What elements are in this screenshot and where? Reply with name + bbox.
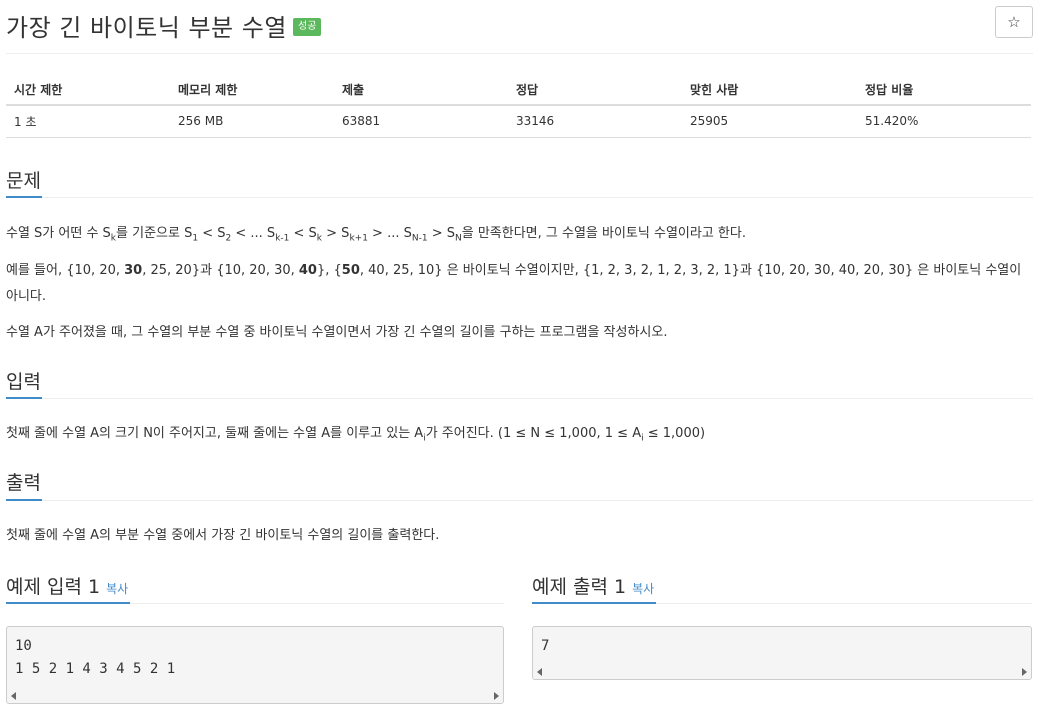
sample-output-box[interactable]: 7 <box>532 626 1032 680</box>
header-memory-limit: 메모리 제한 <box>170 74 334 106</box>
copy-output-link[interactable]: 복사 <box>632 582 654 596</box>
section-title-output: 출력 <box>6 472 41 494</box>
cell-accept-ratio: 51.420% <box>857 105 1031 138</box>
section-underline <box>6 196 42 198</box>
table-header-row: 시간 제한 메모리 제한 제출 정답 맞힌 사람 정답 비율 <box>6 74 1031 106</box>
copy-input-link[interactable]: 복사 <box>106 582 128 596</box>
scroll-left-icon[interactable] <box>537 668 542 676</box>
header-submissions: 제출 <box>334 74 508 106</box>
page-title: 가장 긴 바이토닉 부분 수열 <box>6 14 287 42</box>
sample-output-value: 7 <box>541 638 550 654</box>
header-time-limit: 시간 제한 <box>6 74 170 106</box>
scroll-left-icon[interactable] <box>11 692 16 700</box>
cell-submissions: 63881 <box>334 105 508 138</box>
table-row: 1 초 256 MB 63881 33146 25905 51.420% <box>6 105 1031 138</box>
header-accepted: 정답 <box>508 74 682 106</box>
sample-input-header: 예제 입력 1 복사 <box>6 572 128 599</box>
sample-input-value: 10 1 5 2 1 4 3 4 5 2 1 <box>15 638 176 677</box>
input-description: 첫째 줄에 수열 A의 크기 N이 주어지고, 둘째 줄에는 수열 A를 이루고… <box>6 426 706 444</box>
output-description: 첫째 줄에 수열 A의 부분 수열 중에서 가장 긴 바이토닉 수열의 길이를 … <box>6 528 440 543</box>
star-button[interactable]: ☆ <box>995 6 1033 38</box>
problem-page: 가장 긴 바이토닉 부분 수열 성공 ☆ 시간 제한 메모리 제한 제출 정답 … <box>0 0 1045 706</box>
section-underline <box>6 397 42 399</box>
header-solved-users: 맞힌 사람 <box>682 74 857 106</box>
section-divider <box>6 398 1033 399</box>
section-underline <box>6 499 42 501</box>
section-divider <box>6 500 1033 501</box>
star-icon: ☆ <box>1007 13 1021 31</box>
horizontal-scrollbar[interactable] <box>7 689 503 703</box>
cell-memory-limit: 256 MB <box>170 105 334 138</box>
sample-input-box[interactable]: 10 1 5 2 1 4 3 4 5 2 1 <box>6 626 504 704</box>
section-title-description: 문제 <box>6 170 41 192</box>
horizontal-scrollbar[interactable] <box>533 665 1031 679</box>
section-divider <box>6 197 1033 198</box>
scroll-right-icon[interactable] <box>1022 668 1027 676</box>
cell-time-limit: 1 초 <box>6 105 170 138</box>
description-paragraph-3: 수열 A가 주어졌을 때, 그 수열의 부분 수열 중 바이토닉 수열이면서 가… <box>6 325 668 340</box>
cell-accepted: 33146 <box>508 105 682 138</box>
sample-output-title: 예제 출력 1 <box>532 576 627 598</box>
section-underline <box>6 602 130 604</box>
section-title-input: 입력 <box>6 371 41 393</box>
status-badge: 성공 <box>293 18 322 36</box>
description-paragraph-2: 예를 들어, {10, 20, 30, 25, 20}과 {10, 20, 30… <box>6 263 1022 304</box>
sample-input-title: 예제 입력 1 <box>6 576 101 598</box>
cell-solved-users: 25905 <box>682 105 857 138</box>
section-underline <box>532 602 656 604</box>
problem-info-table: 시간 제한 메모리 제한 제출 정답 맞힌 사람 정답 비율 1 초 256 M… <box>6 74 1031 138</box>
scroll-right-icon[interactable] <box>494 692 499 700</box>
description-paragraph-1: 수열 S가 어떤 수 Sk를 기준으로 S1 < S2 < ... Sk-1 <… <box>6 226 746 244</box>
title-row: 가장 긴 바이토닉 부분 수열 성공 ☆ <box>6 4 1033 54</box>
sample-output-header: 예제 출력 1 복사 <box>532 572 654 599</box>
header-accept-ratio: 정답 비율 <box>857 74 1031 106</box>
